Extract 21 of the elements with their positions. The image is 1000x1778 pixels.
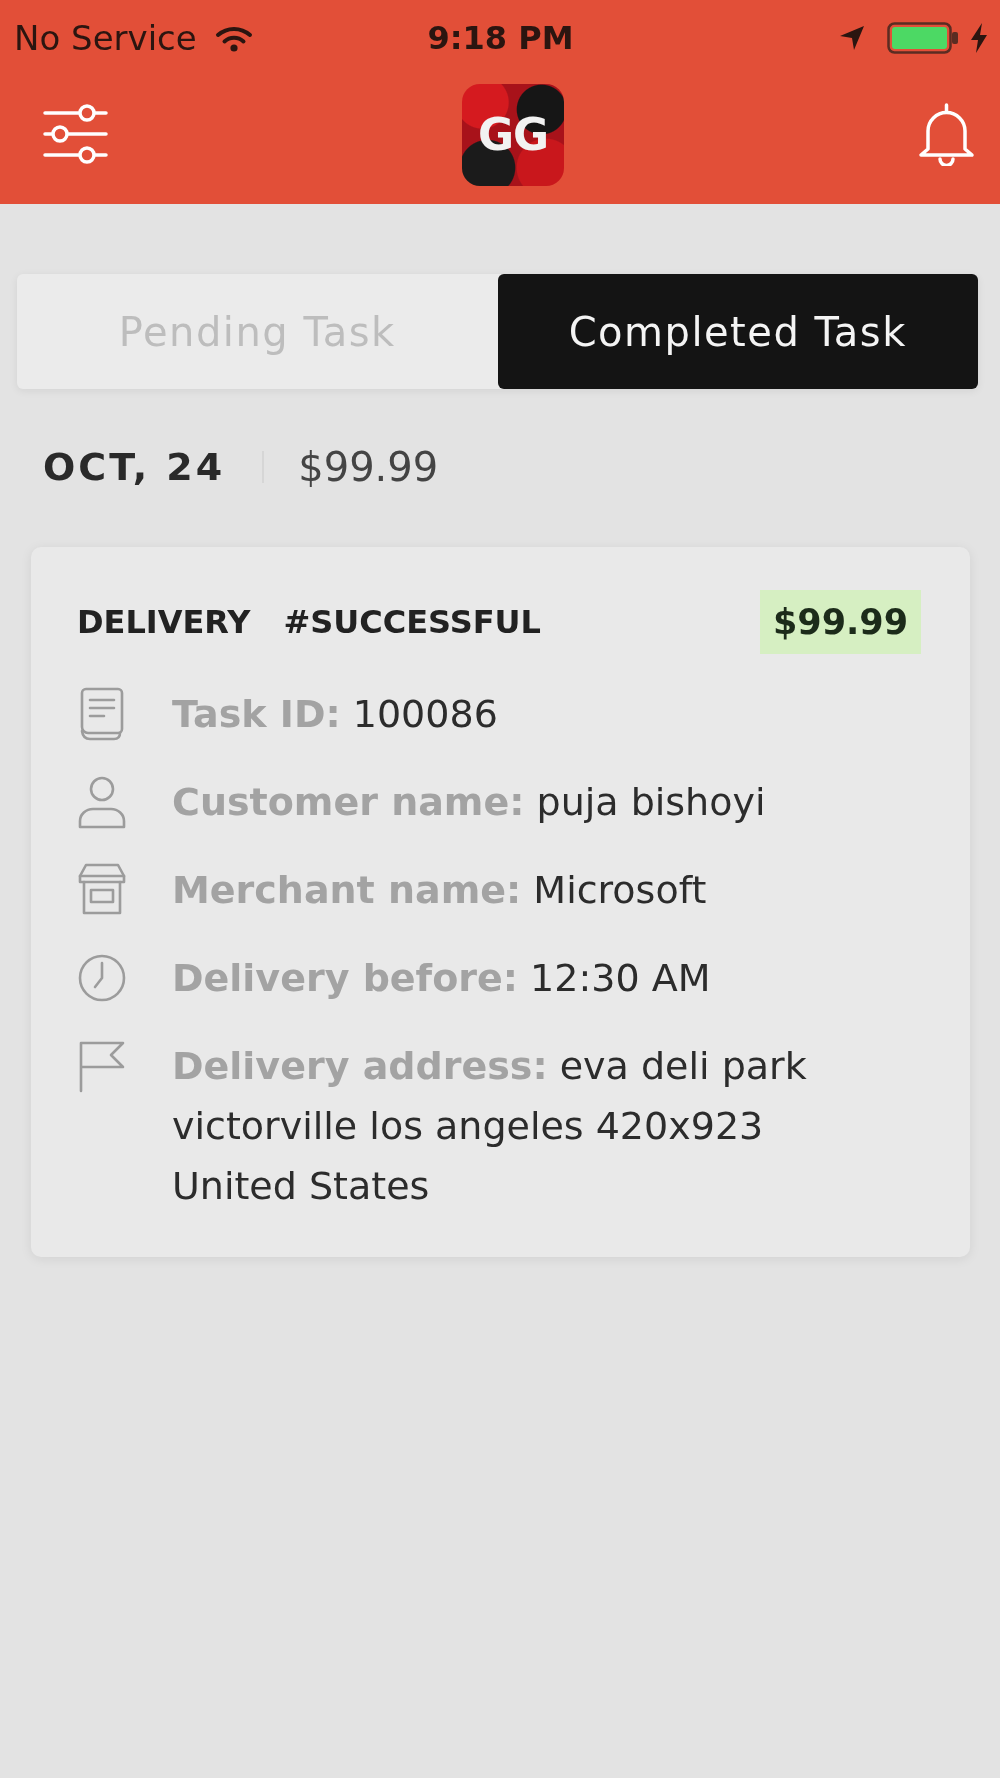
total-amount: $99.99 (298, 444, 439, 490)
store-icon (77, 863, 127, 917)
price-tag: $99.99 (759, 590, 921, 654)
location-arrow-icon (839, 24, 865, 51)
tab[interactable]: Completed Task (497, 274, 978, 389)
task-type-label: DELIVERY (77, 603, 251, 641)
person-icon (77, 775, 127, 829)
notification-bell-icon[interactable] (918, 103, 975, 166)
sliders-icon[interactable] (43, 103, 108, 166)
detail-text: Merchant name: Microsoft (172, 867, 708, 914)
date-label: OCT, 24 (43, 445, 226, 489)
charging-bolt-icon (971, 22, 987, 53)
detail-text: Customer name: puja bishoyi (172, 779, 767, 826)
detail-text: Delivery address: eva deli park victorville los angeles 420x923 United States (172, 1043, 808, 1210)
detail-text: Delivery before: 12:30 AM (172, 955, 712, 1002)
time-label: 9:18 PM (427, 17, 574, 58)
detail-text: Task ID: 100086 (172, 691, 499, 738)
task-status-label: #SUCCESSFUL (283, 603, 541, 641)
flag-icon (77, 1039, 127, 1093)
carrier-label: No Service (14, 17, 197, 58)
battery-icon (887, 21, 959, 54)
